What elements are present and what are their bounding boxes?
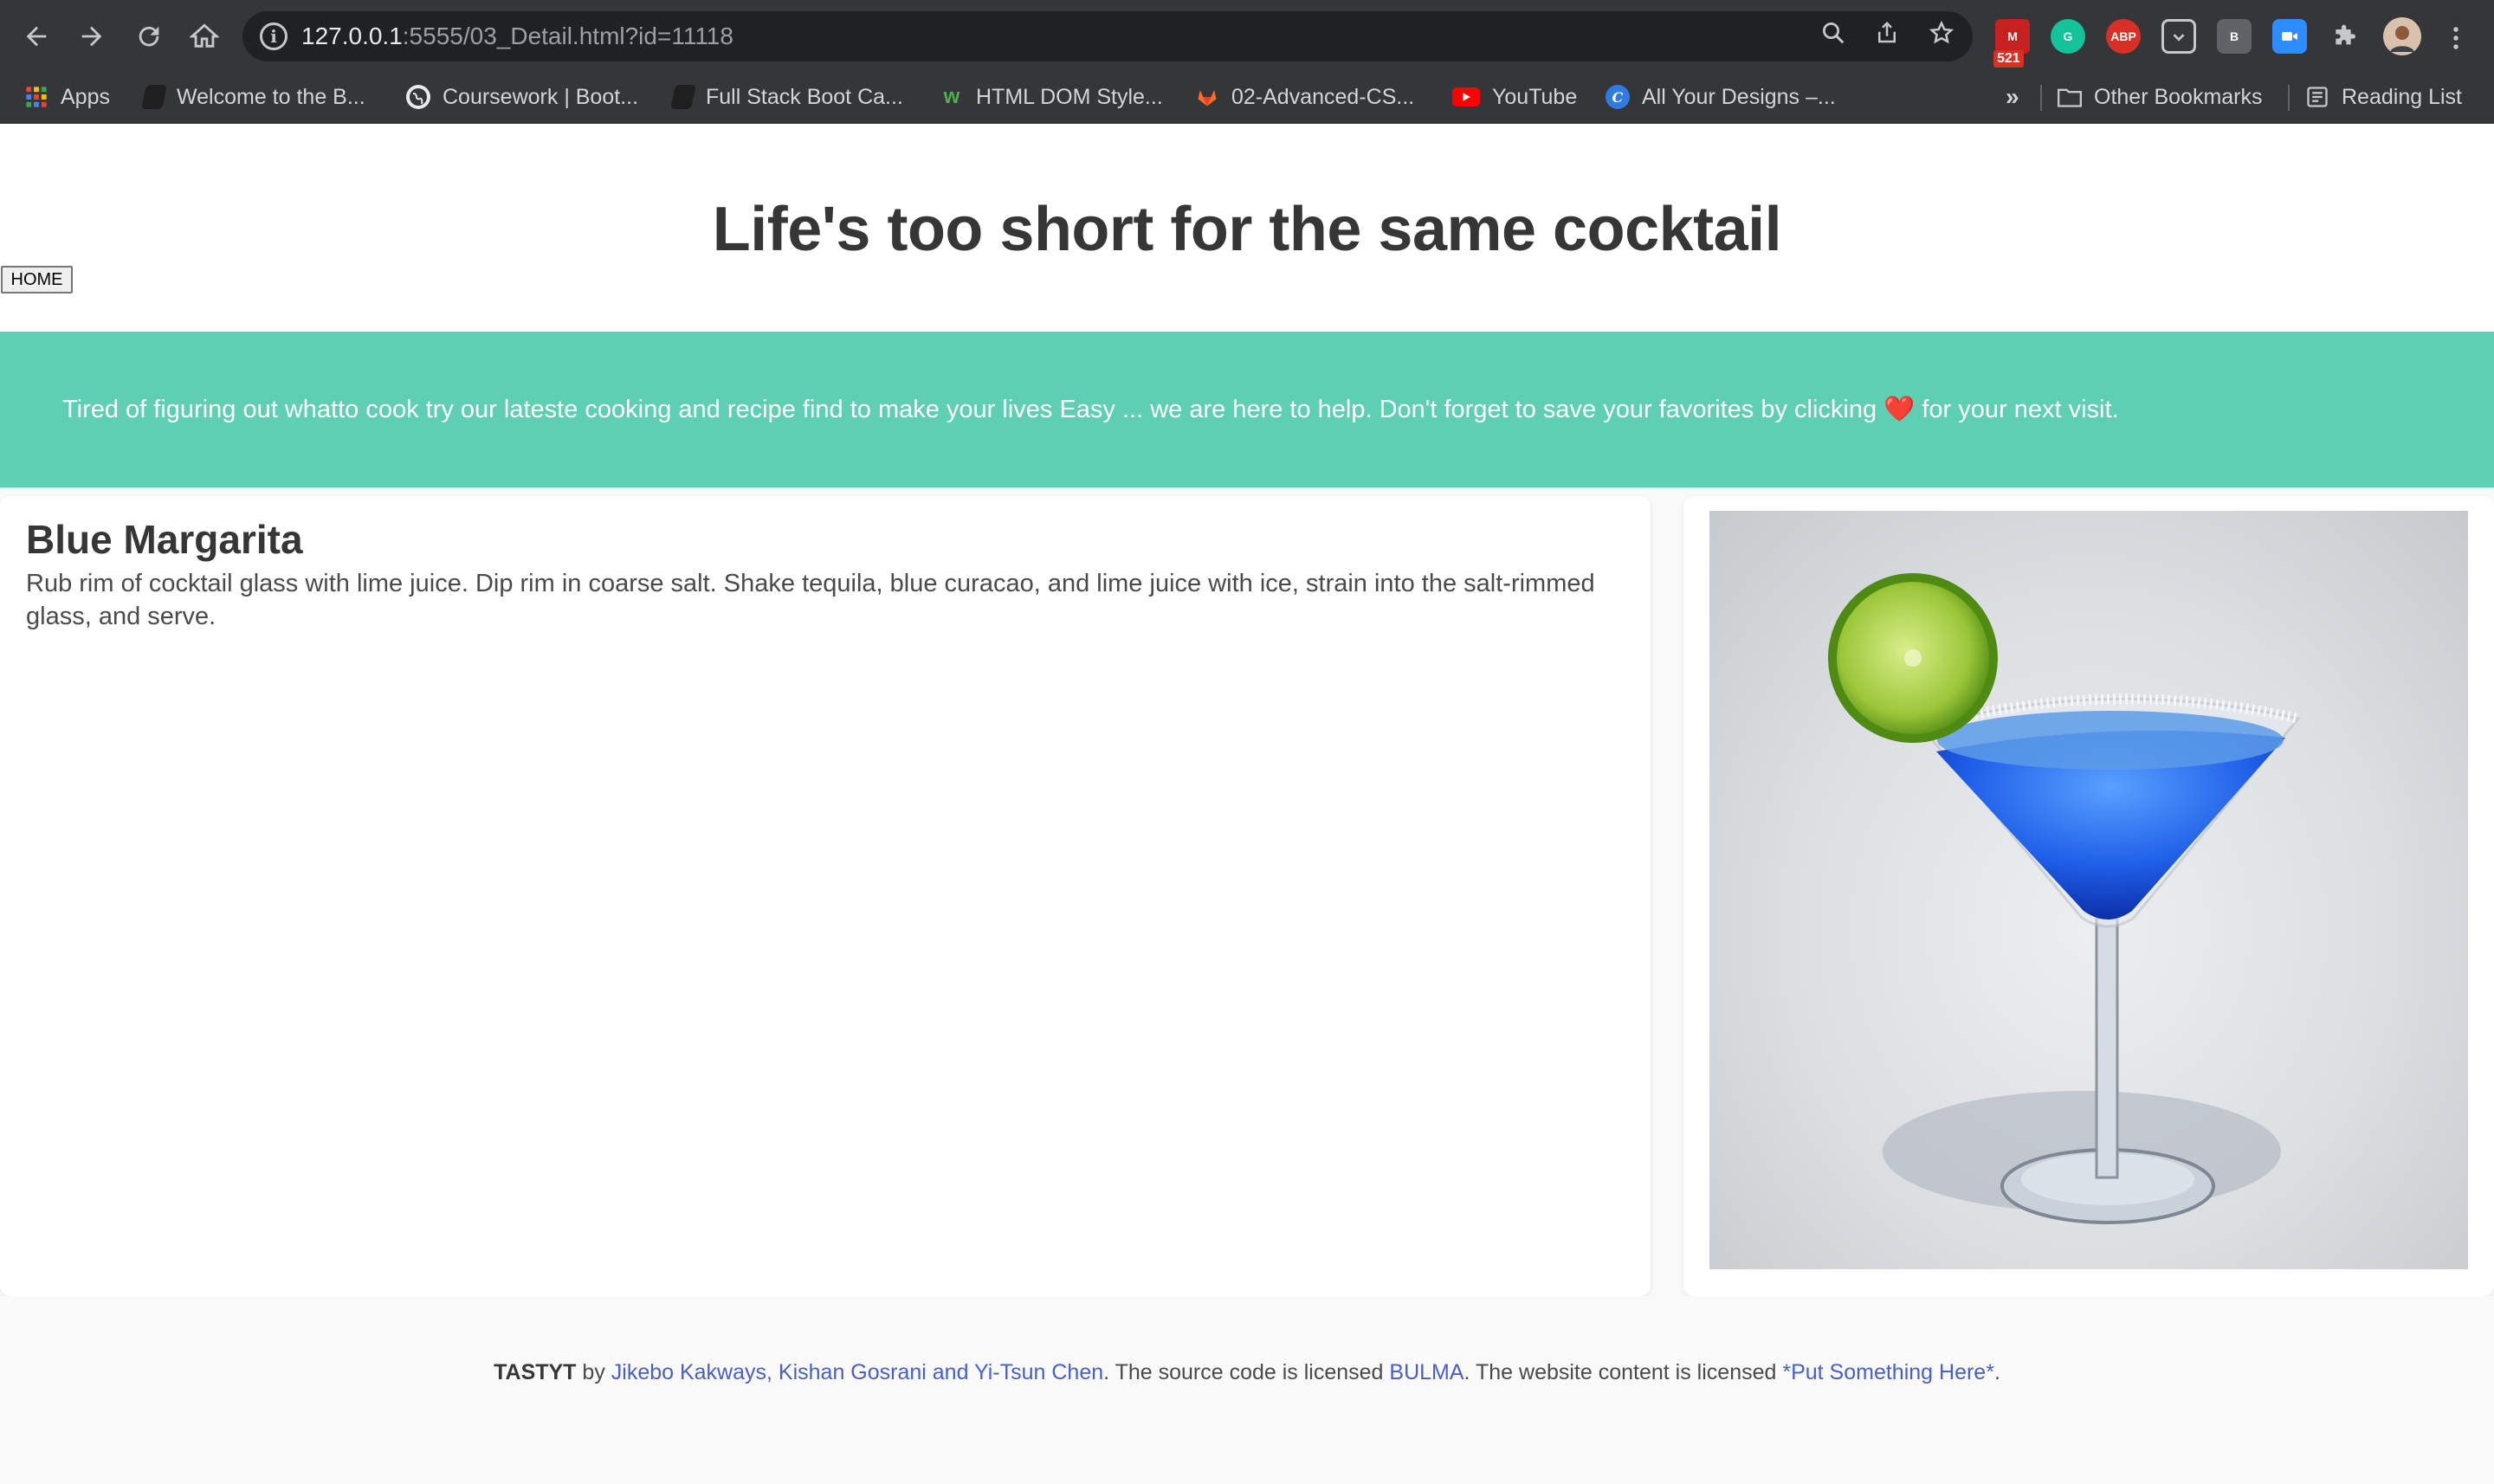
bookmark-label: HTML DOM Style... xyxy=(976,84,1163,109)
bookmark-label: YouTube xyxy=(1492,84,1578,109)
image-card xyxy=(1683,496,2494,1296)
bookmark-advanced-css[interactable]: 02-Advanced-CS... xyxy=(1195,80,1414,114)
home-icon[interactable] xyxy=(185,17,223,55)
gitlab-icon xyxy=(1195,85,1219,109)
bookmark-label: All Your Designs –... xyxy=(1642,84,1836,109)
w3-icon: w xyxy=(943,85,960,108)
bookmark-label: Reading List xyxy=(2342,84,2462,109)
bookmarks-bar: Apps Welcome to the B... Coursework | Bo… xyxy=(0,73,2494,124)
intro-text-end: for your next visit. xyxy=(1915,396,2119,423)
footer-content-text: . The website content is licensed xyxy=(1463,1360,1783,1384)
bookmark-fullstack[interactable]: Full Stack Boot Ca... xyxy=(670,80,903,114)
browser-toolbar: i 127.0.0.1:5555/03_Detail.html?id=11118… xyxy=(0,0,2494,73)
book-icon xyxy=(670,85,696,109)
share-icon[interactable] xyxy=(1870,20,1903,53)
bulma-link[interactable]: BULMA xyxy=(1389,1360,1463,1384)
bookmark-coursework[interactable]: Coursework | Boot... xyxy=(406,80,638,114)
bookmark-label: 02-Advanced-CS... xyxy=(1231,84,1415,109)
address-bar[interactable]: i 127.0.0.1:5555/03_Detail.html?id=11118 xyxy=(242,11,1973,61)
globe-icon xyxy=(406,85,430,109)
youtube-icon xyxy=(1452,87,1480,106)
bookmark-label: Welcome to the B... xyxy=(177,84,365,109)
extension-b-icon[interactable]: B xyxy=(2217,19,2252,54)
bookmark-label: Apps xyxy=(61,84,110,109)
bookmark-apps[interactable]: Apps xyxy=(24,80,110,114)
reading-list-icon xyxy=(2305,85,2329,109)
forward-icon[interactable] xyxy=(73,17,111,55)
bookmark-welcome[interactable]: Welcome to the B... xyxy=(141,80,365,114)
bookmark-label: Coursework | Boot... xyxy=(443,84,639,109)
address-url[interactable]: 127.0.0.1:5555/03_Detail.html?id=11118 xyxy=(301,23,733,50)
mail-count-badge: 521 xyxy=(1993,50,2024,68)
bookmarks-overflow-button[interactable]: » xyxy=(2006,80,2019,114)
home-button[interactable]: HOME xyxy=(1,266,73,294)
zoom-icon[interactable] xyxy=(1817,20,1850,53)
content-license-link[interactable]: *Put Something Here* xyxy=(1782,1360,1994,1384)
menu-kebab-icon[interactable] xyxy=(2439,19,2473,57)
page-footer: TASTYT by Jikebo Kakways, Kishan Gosrani… xyxy=(0,1296,2494,1484)
gmail-extension-icon[interactable]: M xyxy=(1995,19,2030,54)
recipe-card: Blue Margarita Rub rim of cocktail glass… xyxy=(0,496,1651,1296)
bookmark-label: Full Stack Boot Ca... xyxy=(706,84,903,109)
page-header: Life's too short for the same cocktail H… xyxy=(0,124,2494,332)
intro-text-start: Tired of figuring out whatto cook try ou… xyxy=(62,396,1877,423)
back-icon[interactable] xyxy=(17,17,55,55)
bookmark-star-icon[interactable] xyxy=(1925,20,1958,53)
drink-instructions: Rub rim of cocktail glass with lime juic… xyxy=(26,570,1595,630)
book-icon xyxy=(141,85,167,109)
browser-chrome: i 127.0.0.1:5555/03_Detail.html?id=11118… xyxy=(0,0,2494,124)
bookmark-canva[interactable]: C All Your Designs –... xyxy=(1606,80,1836,114)
bookmark-label: Other Bookmarks xyxy=(2094,84,2263,109)
reload-icon[interactable] xyxy=(130,17,168,55)
bookmark-html-dom[interactable]: w HTML DOM Style... xyxy=(940,80,1163,114)
bookmark-other[interactable]: Other Bookmarks xyxy=(2058,80,2263,114)
intro-text: Tired of figuring out whatto cook try ou… xyxy=(62,392,2119,427)
bookmarks-divider xyxy=(2040,85,2042,111)
bookmark-youtube[interactable]: YouTube xyxy=(1452,80,1577,114)
heart-icon: ❤️ xyxy=(1883,396,1916,423)
page-content: Life's too short for the same cocktail H… xyxy=(0,124,2494,1484)
pocket-extension-icon[interactable] xyxy=(2161,19,2196,54)
folder-icon xyxy=(2058,85,2082,109)
adblock-extension-icon[interactable]: ABP xyxy=(2106,19,2141,54)
footer-by: by xyxy=(576,1360,611,1384)
puzzle-extensions-icon[interactable] xyxy=(2328,19,2362,54)
canva-icon: C xyxy=(1606,85,1630,109)
footer-text: TASTYT by Jikebo Kakways, Kishan Gosrani… xyxy=(0,1357,2494,1388)
footer-brand: TASTYT xyxy=(494,1360,577,1384)
authors-link[interactable]: Jikebo Kakways, Kishan Gosrani and Yi-Ts… xyxy=(611,1360,1103,1384)
drink-image xyxy=(1709,511,2468,1269)
apps-grid-icon xyxy=(24,85,48,109)
footer-source-text: . The source code is licensed xyxy=(1103,1360,1390,1384)
site-info-icon[interactable]: i xyxy=(260,23,288,50)
page-title: Life's too short for the same cocktail xyxy=(712,195,1782,264)
reading-list-button[interactable]: Reading List xyxy=(2305,80,2462,114)
bookmarks-divider xyxy=(2288,85,2290,111)
grammarly-extension-icon[interactable]: G xyxy=(2051,19,2085,54)
intro-banner: Tired of figuring out whatto cook try ou… xyxy=(0,332,2494,487)
footer-end: . xyxy=(1993,1360,2000,1384)
drink-name: Blue Margarita xyxy=(26,517,303,562)
profile-avatar[interactable] xyxy=(2383,17,2421,55)
zoom-extension-icon[interactable] xyxy=(2272,19,2307,54)
